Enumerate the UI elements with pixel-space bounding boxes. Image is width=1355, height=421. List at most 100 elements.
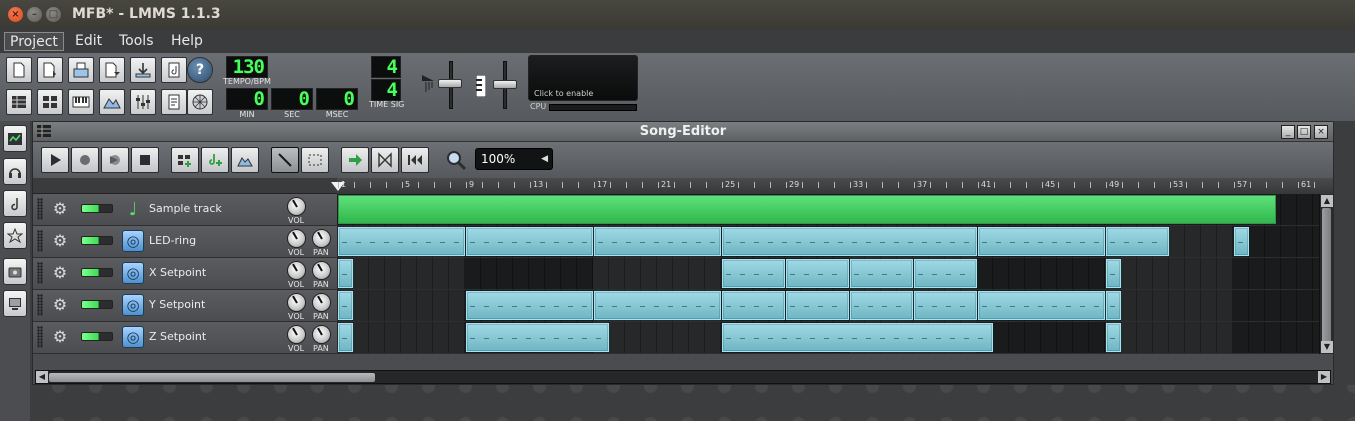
add-automation-track-button[interactable] [231,147,259,173]
sample-clip[interactable] [338,195,1276,224]
pattern-clip[interactable] [466,323,609,352]
plugin-icon[interactable]: ◎ [122,262,144,284]
plugin-icon[interactable]: ◎ [122,294,144,316]
track-name[interactable]: LED-ring [149,234,196,247]
volume-knob[interactable] [287,229,306,248]
track-lane[interactable] [337,194,1319,225]
track-name[interactable]: X Setpoint [149,266,206,279]
mute-toggle[interactable] [81,300,113,309]
pattern-clip[interactable] [1106,323,1121,352]
window-maximize-button[interactable]: □ [46,7,61,22]
menu-tools[interactable]: Tools [114,32,159,51]
scroll-down-icon[interactable]: ▼ [1321,341,1333,353]
volume-knob[interactable] [287,197,306,216]
pattern-clip[interactable] [978,291,1105,320]
project-notes-icon[interactable] [161,89,187,115]
pattern-clip[interactable] [1106,227,1169,256]
pattern-clip[interactable] [1106,291,1121,320]
gear-icon[interactable]: ⚙ [51,264,69,282]
song-editor-minimize-button[interactable]: _ [1281,125,1295,139]
horizontal-scrollbar[interactable]: ◀ ▶ [35,370,1331,384]
fx-mixer-icon[interactable] [130,89,156,115]
tempo-display[interactable]: 130 [226,56,268,78]
track-lane[interactable] [337,226,1319,257]
pattern-clip[interactable] [466,227,593,256]
recent-projects-icon[interactable] [99,57,125,83]
stop-behaviour-button[interactable] [401,147,429,173]
pattern-clip[interactable] [338,227,465,256]
mute-toggle[interactable] [81,332,113,341]
menu-project[interactable]: Project [4,32,64,51]
pattern-clip[interactable] [978,227,1105,256]
menu-edit[interactable]: Edit [70,32,107,51]
pattern-clip[interactable] [786,259,849,288]
autoscroll-button[interactable] [341,147,369,173]
time-signature-denominator[interactable]: 4 [371,79,401,101]
beat-bassline-editor-icon[interactable] [37,89,63,115]
track-drag-handle[interactable] [37,198,43,220]
mute-toggle[interactable] [81,268,113,277]
draw-mode-button[interactable] [271,147,299,173]
mute-toggle[interactable] [81,204,113,213]
new-from-template-icon[interactable] [37,57,63,83]
pattern-clip[interactable] [722,323,993,352]
song-editor-maximize-button[interactable]: □ [1297,125,1311,139]
pattern-clip[interactable] [850,259,913,288]
pan-knob[interactable] [312,261,331,280]
pattern-clip[interactable] [338,291,353,320]
record-while-playing-button[interactable] [101,147,129,173]
volume-knob[interactable] [287,261,306,280]
loop-points-button[interactable] [371,147,399,173]
edit-mode-button[interactable] [301,147,329,173]
plugin-icon[interactable]: ◎ [122,326,144,348]
pattern-clip[interactable] [594,291,721,320]
pattern-clip[interactable] [786,291,849,320]
gear-icon[interactable]: ⚙ [51,200,69,218]
vertical-scrollbar[interactable]: ▲ ▼ [1319,194,1333,354]
zoom-select[interactable]: 100% ◀ [475,148,553,170]
my-presets-icon[interactable] [3,190,27,217]
window-minimize-button[interactable]: – [27,7,42,22]
gear-icon[interactable]: ⚙ [51,328,69,346]
master-volume-handle[interactable] [438,79,462,88]
window-close-button[interactable]: × [8,7,23,22]
pan-knob[interactable] [312,293,331,312]
track-name[interactable]: Sample track [149,202,222,215]
pan-knob[interactable] [312,325,331,344]
timeline-ruler[interactable]: 1 5 9 13 17 21 25 29 33 37 41 45 49 53 57 61 [33,178,1333,194]
pattern-clip[interactable] [914,291,977,320]
automation-editor-icon[interactable] [99,89,125,115]
note-icon[interactable]: ♩ [122,198,144,220]
pattern-clip[interactable] [850,291,913,320]
play-button[interactable] [41,147,69,173]
track-name[interactable]: Z Setpoint [149,330,206,343]
pattern-clip[interactable] [338,323,353,352]
save-project-icon[interactable] [130,57,156,83]
root-directory-icon[interactable] [3,258,27,285]
gear-icon[interactable]: ⚙ [51,232,69,250]
pan-knob[interactable] [312,229,331,248]
pattern-clip[interactable] [1234,227,1249,256]
add-sample-track-button[interactable] [201,147,229,173]
pattern-clip[interactable] [722,227,977,256]
add-beat-bassline-button[interactable] [171,147,199,173]
plugin-icon[interactable]: ◎ [122,230,144,252]
my-samples-icon[interactable] [3,158,27,185]
pattern-clip[interactable] [914,259,977,288]
instrument-plugins-icon[interactable] [3,125,27,152]
my-computer-icon[interactable] [3,290,27,317]
open-project-icon[interactable] [68,57,94,83]
record-button[interactable] [71,147,99,173]
track-lane[interactable] [337,290,1319,321]
track-drag-handle[interactable] [37,294,43,316]
scroll-right-icon[interactable]: ▶ [1318,371,1330,383]
song-editor-close-button[interactable]: × [1314,125,1328,139]
my-home-icon[interactable] [3,222,27,249]
pattern-clip[interactable] [1106,259,1121,288]
track-lane[interactable] [337,258,1319,289]
volume-knob[interactable] [287,325,306,344]
new-project-icon[interactable] [6,57,32,83]
track-drag-handle[interactable] [37,230,43,252]
master-pitch-handle[interactable] [493,80,517,89]
track-name[interactable]: Y Setpoint [149,298,205,311]
